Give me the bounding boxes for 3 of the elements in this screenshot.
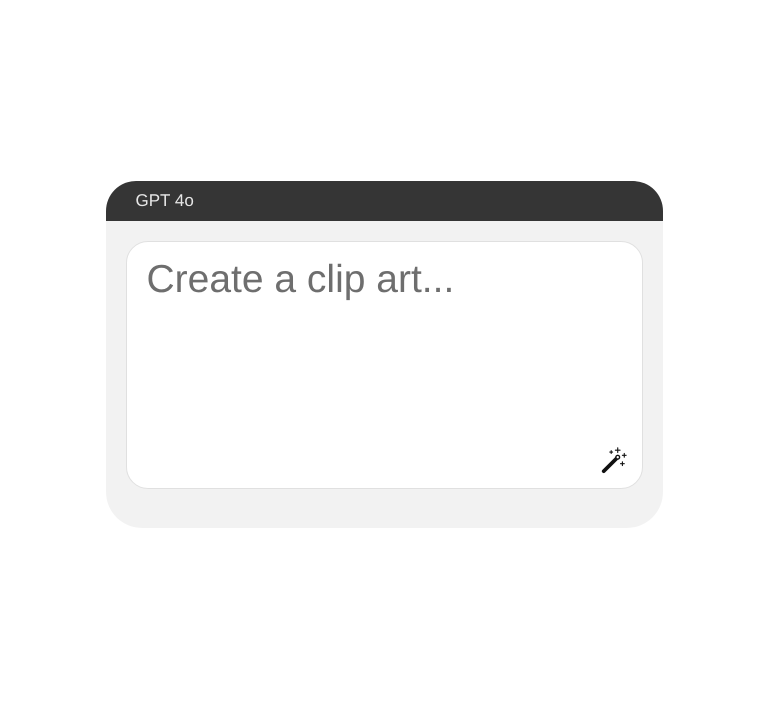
magic-wand-icon	[600, 446, 628, 474]
model-label: GPT 4o	[136, 192, 194, 209]
prompt-field[interactable]: Create a clip art...	[126, 240, 642, 488]
